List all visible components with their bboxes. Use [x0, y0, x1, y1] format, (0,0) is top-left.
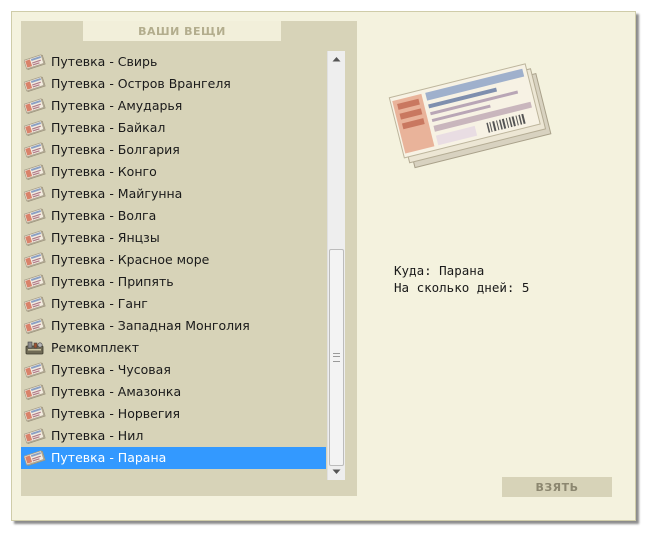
- ticket-icon: [23, 186, 46, 203]
- scroll-up-icon[interactable]: [328, 51, 345, 67]
- panel-header: ВАШИ ВЕЩИ: [83, 21, 281, 41]
- list-item[interactable]: Ремкомплект: [21, 337, 326, 359]
- ticket-icon: [23, 98, 46, 115]
- list-item-label: Путевка - Ганг: [51, 296, 148, 311]
- ticket-icon: [23, 318, 46, 335]
- list-item[interactable]: Путевка - Амазонка: [21, 381, 326, 403]
- list-item[interactable]: Путевка - Припять: [21, 271, 326, 293]
- ticket-icon: [23, 208, 46, 225]
- list-item-label: Путевка - Остров Врангеля: [51, 76, 231, 91]
- list-item-label: Путевка - Волга: [51, 208, 157, 223]
- duration-text: На сколько дней: 5: [394, 280, 530, 295]
- item-details: Куда: Парана На сколько дней: 5: [394, 262, 529, 296]
- ticket-icon: [23, 296, 46, 313]
- scroll-thumb[interactable]: [329, 249, 344, 466]
- list-item[interactable]: Путевка - Чусовая: [21, 359, 326, 381]
- list-item-label: Путевка - Западная Монголия: [51, 318, 250, 333]
- travel-voucher-image: [388, 56, 558, 174]
- list-item[interactable]: Путевка - Остров Врангеля: [21, 73, 326, 95]
- list-item[interactable]: Путевка - Западная Монголия: [21, 315, 326, 337]
- list-item-label: Ремкомплект: [51, 340, 139, 355]
- list-item[interactable]: Путевка - Волга: [21, 205, 326, 227]
- list-item-label: Путевка - Припять: [51, 274, 174, 289]
- ticket-icon: [23, 428, 46, 445]
- ticket-icon: [23, 450, 46, 467]
- take-button-label: ВЗЯТЬ: [535, 480, 579, 494]
- list-item[interactable]: Путевка - Болгария: [21, 139, 326, 161]
- scrollbar[interactable]: [327, 51, 345, 480]
- list-item[interactable]: Путевка - Конго: [21, 161, 326, 183]
- list-item[interactable]: Путевка - Красное море: [21, 249, 326, 271]
- list-item[interactable]: Путевка - Амударья: [21, 95, 326, 117]
- item-list[interactable]: Путевка - Свирь Путевка - Остров Врангеля…: [21, 51, 326, 481]
- list-item[interactable]: Путевка - Ганг: [21, 293, 326, 315]
- list-item-label: Путевка - Свирь: [51, 54, 158, 69]
- ticket-icon: [23, 406, 46, 423]
- ticket-icon: [23, 76, 46, 93]
- destination-text: Куда: Парана: [394, 263, 485, 278]
- ticket-icon: [23, 142, 46, 159]
- ticket-icon: [23, 120, 46, 137]
- list-item-label: Путевка - Майгунна: [51, 186, 183, 201]
- list-item[interactable]: Путевка - Нил: [21, 425, 326, 447]
- inventory-panel: ВАШИ ВЕЩИ Путевка - Свирь Путевка - Остро…: [21, 21, 357, 496]
- list-item-label: Путевка - Амазонка: [51, 384, 182, 399]
- panel-title: ВАШИ ВЕЩИ: [138, 24, 226, 38]
- list-item[interactable]: Путевка - Парана: [21, 447, 326, 469]
- list-item[interactable]: Путевка - Янцзы: [21, 227, 326, 249]
- ticket-icon: [23, 274, 46, 291]
- list-item[interactable]: Путевка - Майгунна: [21, 183, 326, 205]
- list-item-label: Путевка - Чусовая: [51, 362, 171, 377]
- list-item[interactable]: Путевка - Норвегия: [21, 403, 326, 425]
- list-item[interactable]: Путевка - Байкал: [21, 117, 326, 139]
- list-item-label: Путевка - Красное море: [51, 252, 210, 267]
- ticket-icon: [23, 54, 46, 71]
- list-item-label: Путевка - Болгария: [51, 142, 180, 157]
- ticket-icon: [23, 362, 46, 379]
- list-item-label: Путевка - Парана: [51, 450, 167, 465]
- ticket-icon: [23, 230, 46, 247]
- ticket-icon: [23, 252, 46, 269]
- list-item-label: Путевка - Янцзы: [51, 230, 160, 245]
- scroll-down-icon[interactable]: [328, 464, 345, 480]
- list-item-label: Путевка - Байкал: [51, 120, 166, 135]
- list-item-label: Путевка - Норвегия: [51, 406, 181, 421]
- list-item-label: Путевка - Нил: [51, 428, 144, 443]
- take-button[interactable]: ВЗЯТЬ: [502, 477, 612, 497]
- list-item-label: Путевка - Амударья: [51, 98, 183, 113]
- list-item-label: Путевка - Конго: [51, 164, 157, 179]
- ticket-icon: [23, 164, 46, 181]
- ticket-icon: [23, 384, 46, 401]
- list-item[interactable]: Путевка - Свирь: [21, 51, 326, 73]
- grip-icon: [333, 353, 340, 362]
- repair-kit-icon: [24, 340, 46, 356]
